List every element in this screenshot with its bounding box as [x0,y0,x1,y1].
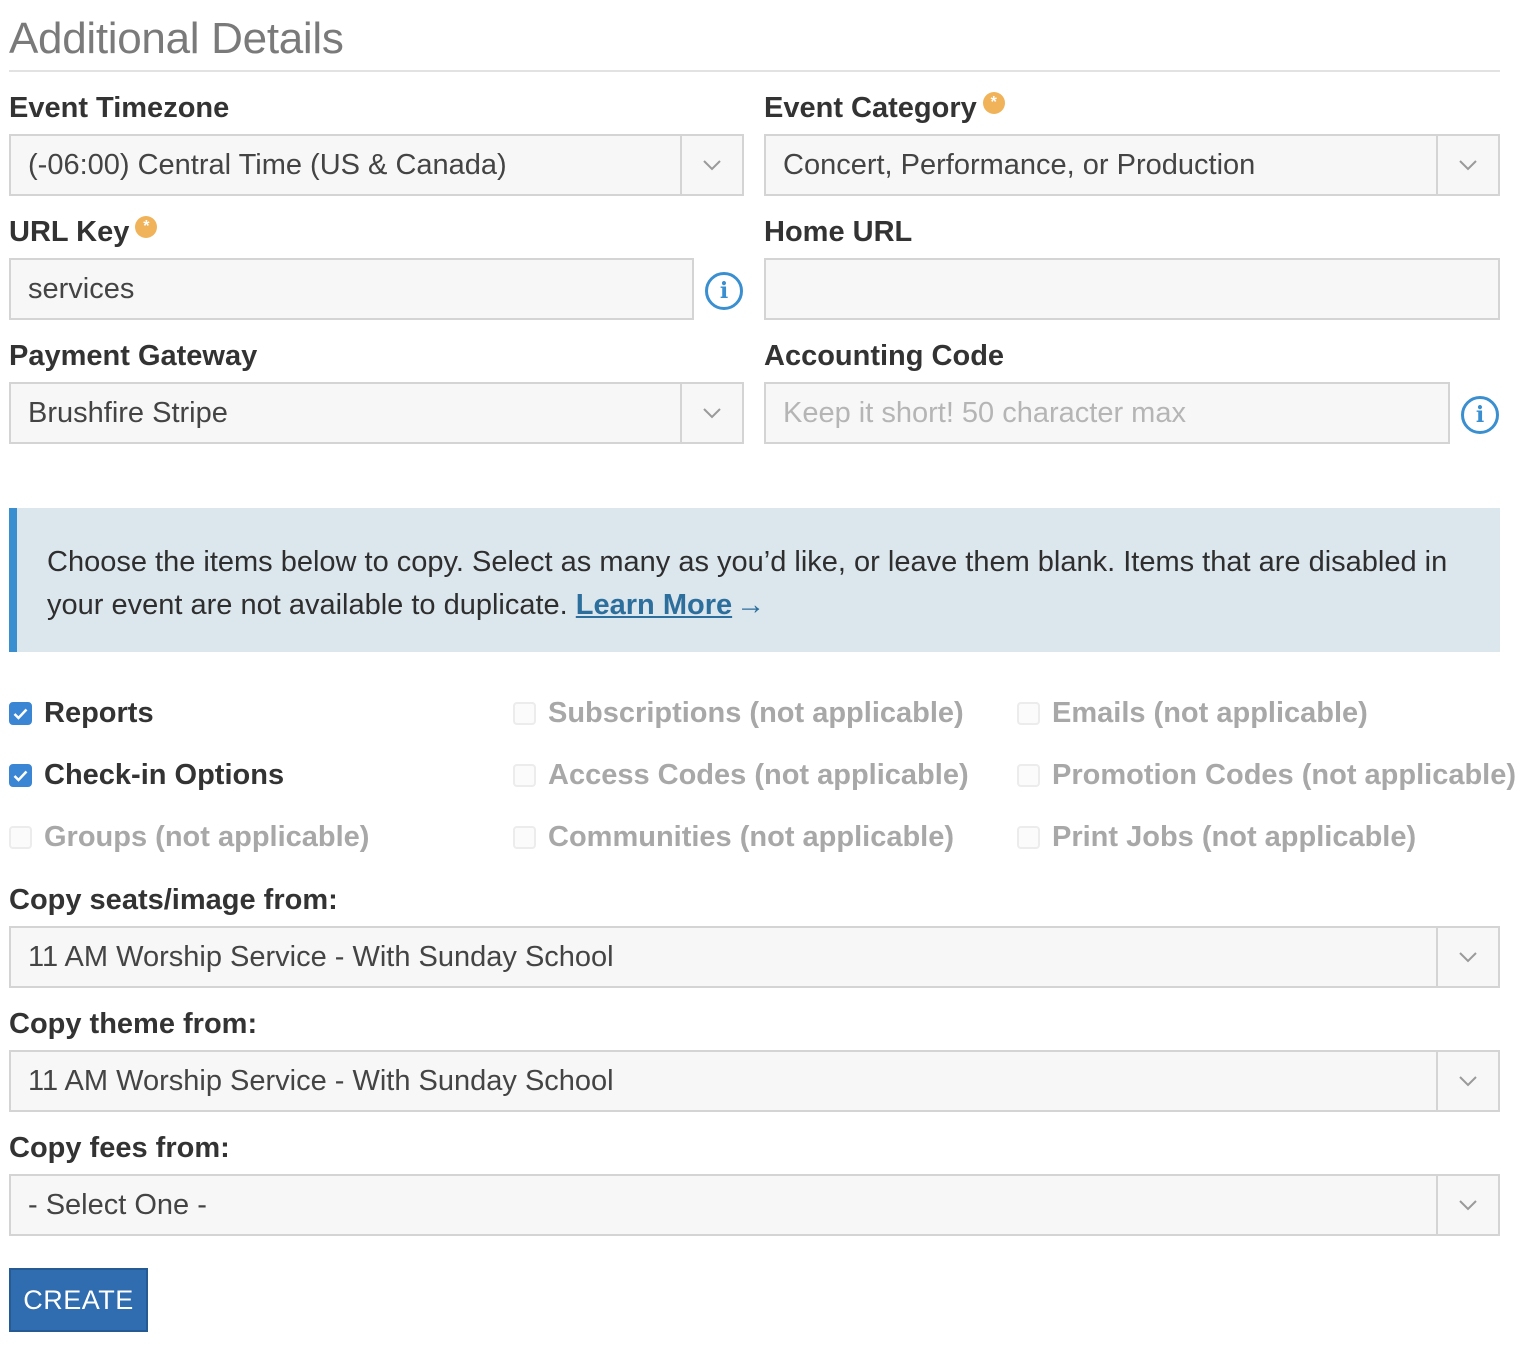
chevron-down-icon[interactable] [680,384,742,442]
copy-theme-value: 11 AM Worship Service - With Sunday Scho… [28,1065,614,1097]
asterisk-icon: * [982,92,1005,114]
url-key-value: services [28,273,135,305]
copy-option-reports[interactable]: Reports [9,697,154,730]
copy-option-label: Groups (not applicable) [44,821,370,853]
copy-option-label: Promotion Codes (not applicable) [1052,759,1517,791]
chevron-down-icon[interactable] [1436,1052,1498,1110]
copy-seats-label: Copy seats/image from: [9,884,338,917]
checkbox-checked[interactable] [9,764,32,787]
copy-option-label: Emails (not applicable) [1052,697,1368,729]
learn-more-link[interactable]: Learn More [576,589,732,621]
info-callout: Choose the items below to copy. Select a… [9,508,1500,652]
accounting-code-input[interactable]: Keep it short! 50 character max [764,382,1450,444]
copy-option-label: Communities (not applicable) [548,821,955,853]
section-title: Additional Details [9,14,344,63]
copy-seats-label-text: Copy seats/image from: [9,884,338,916]
event-category-value: Concert, Performance, or Production [783,149,1256,181]
copy-option-label: Check-in Options [44,759,285,791]
checkbox-disabled [1017,764,1040,787]
url-key-label-text: URL Key [9,216,130,248]
checkbox-disabled [513,826,536,849]
copy-fees-label: Copy fees from: [9,1132,230,1165]
copy-theme-label: Copy theme from: [9,1008,257,1041]
payment-gateway-label: Payment Gateway [9,340,257,373]
copy-option-promotion-codes: Promotion Codes (not applicable) [1017,759,1516,792]
accounting-code-placeholder: Keep it short! 50 character max [783,397,1186,429]
checkbox-checked[interactable] [9,702,32,725]
checkbox-disabled [1017,826,1040,849]
checkbox-disabled [513,702,536,725]
copy-option-label: Subscriptions (not applicable) [548,697,964,729]
copy-option-print-jobs: Print Jobs (not applicable) [1017,821,1416,854]
copy-option-check-in-options[interactable]: Check-in Options [9,759,284,792]
section-divider [9,70,1500,72]
checkbox-disabled [1017,702,1040,725]
home-url-label: Home URL [764,216,912,249]
accounting-code-label: Accounting Code [764,340,1004,373]
create-button[interactable]: CREATE [9,1268,148,1332]
checkbox-disabled [513,764,536,787]
copy-theme-select[interactable]: 11 AM Worship Service - With Sunday Scho… [9,1050,1500,1112]
copy-option-emails: Emails (not applicable) [1017,697,1368,730]
chevron-down-icon[interactable] [1436,928,1498,986]
arrow-right-icon[interactable]: → [736,589,765,621]
copy-fees-label-text: Copy fees from: [9,1132,230,1164]
event-category-label-text: Event Category [764,92,977,124]
copy-option-label: Reports [44,697,154,729]
event-timezone-select[interactable]: (-06:00) Central Time (US & Canada) [9,134,744,196]
accounting-code-label-text: Accounting Code [764,340,1005,372]
event-category-select[interactable]: Concert, Performance, or Production [764,134,1500,196]
home-url-input[interactable] [764,258,1500,320]
chevron-down-icon[interactable] [1436,136,1498,194]
copy-fees-select[interactable]: - Select One - [9,1174,1500,1236]
event-timezone-label: Event Timezone [9,92,229,125]
event-category-label: Event Category * [764,92,1005,125]
asterisk-icon: * [135,216,158,238]
copy-fees-value: - Select One - [28,1189,207,1221]
payment-gateway-value: Brushfire Stripe [28,397,228,429]
copy-option-label: Print Jobs (not applicable) [1052,821,1417,853]
chevron-down-icon[interactable] [1436,1176,1498,1234]
copy-option-access-codes: Access Codes (not applicable) [513,759,969,792]
copy-seats-select[interactable]: 11 AM Worship Service - With Sunday Scho… [9,926,1500,988]
home-url-label-text: Home URL [764,216,913,248]
url-key-input[interactable]: services [9,258,694,320]
info-icon[interactable]: i [1461,396,1499,434]
info-icon[interactable]: i [705,272,743,310]
chevron-down-icon[interactable] [680,136,742,194]
copy-option-label: Access Codes (not applicable) [548,759,969,791]
copy-option-communities: Communities (not applicable) [513,821,954,854]
url-key-label: URL Key * [9,216,158,249]
copy-option-groups: Groups (not applicable) [9,821,369,854]
copy-theme-label-text: Copy theme from: [9,1008,258,1040]
event-timezone-label-text: Event Timezone [9,92,230,124]
copy-option-subscriptions: Subscriptions (not applicable) [513,697,964,730]
checkbox-disabled [9,826,32,849]
copy-seats-value: 11 AM Worship Service - With Sunday Scho… [28,941,614,973]
event-timezone-value: (-06:00) Central Time (US & Canada) [28,149,507,181]
payment-gateway-label-text: Payment Gateway [9,340,258,372]
payment-gateway-select[interactable]: Brushfire Stripe [9,382,744,444]
